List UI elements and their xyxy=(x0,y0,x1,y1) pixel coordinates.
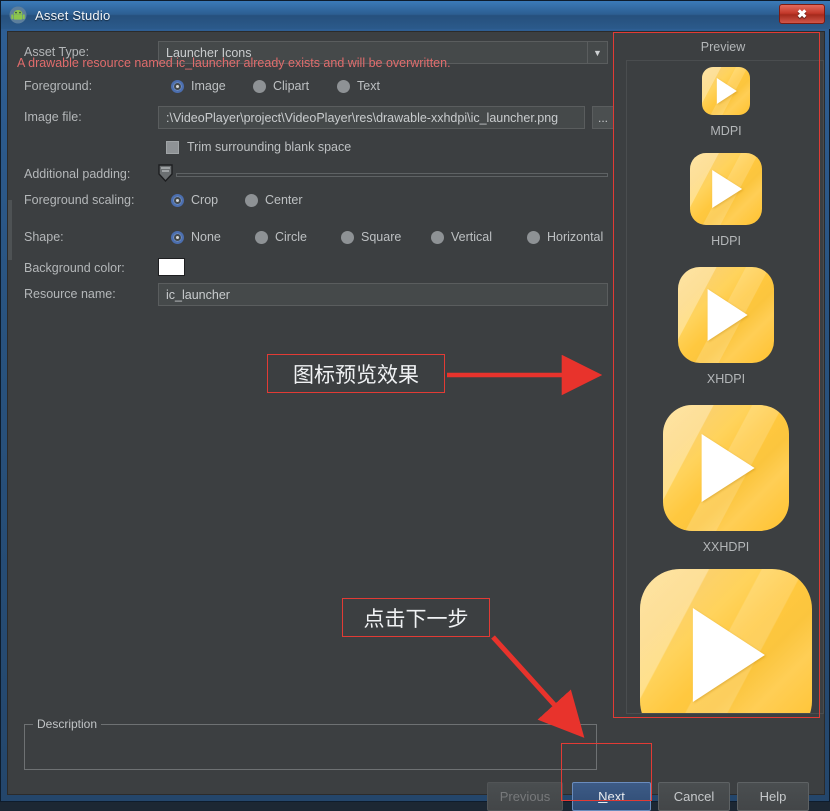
preview-item-hdpi: HDPI xyxy=(627,153,823,248)
description-box: Description xyxy=(24,717,597,770)
radio-dot xyxy=(431,230,444,244)
chevron-down-icon[interactable]: ▼ xyxy=(587,42,607,63)
trim-checkbox[interactable]: Trim surrounding blank space xyxy=(158,140,351,154)
description-message: A drawable resource named ic_launcher al… xyxy=(17,56,451,70)
radio-shape-none[interactable]: None xyxy=(164,227,221,247)
radio-label: Clipart xyxy=(273,79,310,93)
radio-shape-horizontal[interactable]: Horizontal xyxy=(520,227,603,247)
background-color-label: Background color: xyxy=(24,261,125,275)
padding-slider-thumb[interactable] xyxy=(158,164,173,182)
preview-item-xxxhdpi: XXXHDPI xyxy=(627,569,823,713)
preview-scroll-area[interactable]: MDPI HDPI XHDPI XXHDPI xyxy=(626,60,824,714)
shape-row: Shape: None Circle Square Vertical Horiz… xyxy=(8,226,613,252)
radio-foreground-text[interactable]: Text xyxy=(330,76,380,96)
video-player-play-icon xyxy=(663,405,789,531)
video-player-play-icon xyxy=(690,153,762,225)
shape-label: Shape: xyxy=(24,230,64,244)
radio-dot xyxy=(171,193,184,207)
radio-foreground-image[interactable]: Image xyxy=(164,76,226,96)
radio-dot xyxy=(171,79,184,93)
video-player-play-icon xyxy=(678,267,774,363)
radio-label: Text xyxy=(357,79,380,93)
preview-label: XXHDPI xyxy=(702,540,750,554)
radio-dot xyxy=(527,230,540,244)
radio-dot xyxy=(171,230,184,244)
annotation-label-preview: 图标预览效果 xyxy=(267,354,445,393)
radio-shape-vertical[interactable]: Vertical xyxy=(424,227,492,247)
radio-label: Vertical xyxy=(451,230,492,244)
radio-label: Crop xyxy=(191,193,219,207)
image-file-label: Image file: xyxy=(24,110,82,124)
help-button[interactable]: Help xyxy=(737,782,809,811)
title-bar: Asset Studio ✖ xyxy=(1,1,830,29)
checkbox-box xyxy=(166,140,179,154)
trim-label: Trim surrounding blank space xyxy=(187,140,352,154)
resource-name-input[interactable]: ic_launcher xyxy=(158,283,608,306)
image-file-row: Image file: :\VideoPlayer\project\VideoP… xyxy=(8,106,614,132)
trim-row: Trim surrounding blank space xyxy=(8,137,613,163)
additional-padding-label: Additional padding: xyxy=(24,167,131,181)
radio-scaling-center[interactable]: Center xyxy=(238,190,303,210)
padding-slider-track[interactable] xyxy=(176,173,608,177)
preview-label: MDPI xyxy=(710,124,742,138)
radio-scaling-crop[interactable]: Crop xyxy=(164,190,218,210)
radio-foreground-clipart[interactable]: Clipart xyxy=(246,76,309,96)
foreground-scaling-row: Foreground scaling: Crop Center xyxy=(8,189,613,215)
radio-label: Center xyxy=(265,193,303,207)
radio-label: Square xyxy=(361,230,402,244)
close-button[interactable]: ✖ xyxy=(779,4,825,24)
foreground-row: Foreground: Image Clipart Text xyxy=(8,75,613,101)
preview-panel: Preview MDPI HDPI XHDPI XXHDPI xyxy=(620,32,826,716)
radio-label: Image xyxy=(191,79,226,93)
background-color-row: Background color: xyxy=(8,257,613,283)
radio-label: Horizontal xyxy=(547,230,604,244)
preview-item-xxhdpi: XXHDPI xyxy=(627,405,823,554)
radio-shape-circle[interactable]: Circle xyxy=(248,227,307,247)
additional-padding-row: Additional padding: xyxy=(8,163,613,189)
annotation-label-next: 点击下一步 xyxy=(342,598,490,637)
preview-item-mdpi: MDPI xyxy=(627,67,823,138)
preview-title: Preview xyxy=(700,40,746,54)
window-title: Asset Studio xyxy=(35,7,111,23)
background-color-swatch[interactable] xyxy=(158,258,185,276)
foreground-label: Foreground: xyxy=(24,79,93,93)
radio-shape-square[interactable]: Square xyxy=(334,227,401,247)
radio-dot xyxy=(255,230,268,244)
radio-label: Circle xyxy=(275,230,307,244)
resource-name-label: Resource name: xyxy=(24,287,116,301)
dialog-client-area: Asset Type: Launcher Icons ▼ Foreground:… xyxy=(7,31,826,811)
image-file-input[interactable]: :\VideoPlayer\project\VideoPlayer\res\dr… xyxy=(158,106,585,129)
preview-item-xhdpi: XHDPI xyxy=(627,267,823,386)
asset-studio-window: Asset Studio ✖ Asset Type: Launcher Icon… xyxy=(0,0,830,811)
cancel-button[interactable]: Cancel xyxy=(658,782,730,811)
previous-button[interactable]: Previous xyxy=(487,782,563,811)
preview-label: XHDPI xyxy=(706,372,746,386)
foreground-scaling-label: Foreground scaling: xyxy=(24,193,135,207)
radio-dot xyxy=(341,230,354,244)
radio-dot xyxy=(245,193,258,207)
description-legend: Description xyxy=(33,717,102,731)
radio-label: None xyxy=(191,230,221,244)
radio-dot xyxy=(337,79,350,93)
resource-name-row: Resource name: ic_launcher xyxy=(8,283,613,309)
video-player-play-icon xyxy=(702,67,750,115)
android-robot-icon xyxy=(9,6,27,24)
preview-label: HDPI xyxy=(711,234,741,248)
radio-dot xyxy=(253,79,266,93)
browse-button[interactable]: ... xyxy=(592,106,614,129)
video-player-play-icon xyxy=(640,569,812,713)
next-button[interactable]: Next xyxy=(572,782,651,811)
